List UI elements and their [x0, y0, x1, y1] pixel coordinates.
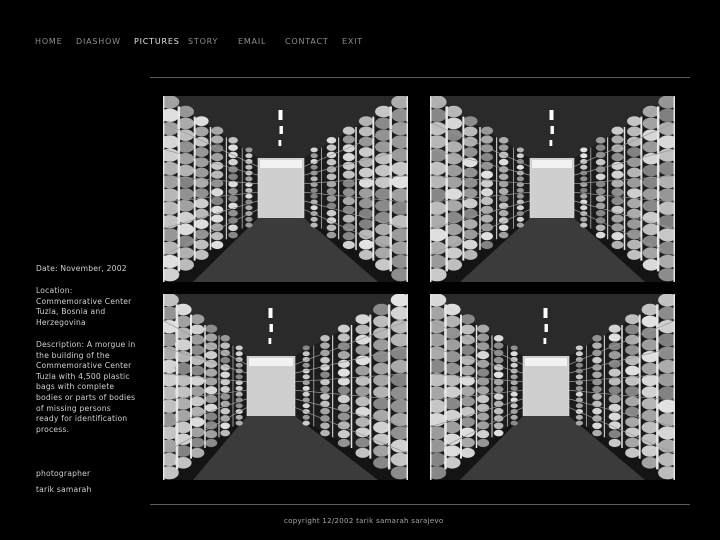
- photo-date: Date: November, 2002: [36, 264, 127, 273]
- photo-location: Location: Commemorative Center Tuzla, Bo…: [36, 286, 136, 328]
- morgue-photo-4[interactable]: [430, 294, 675, 480]
- morgue-photo-3[interactable]: [163, 294, 408, 480]
- bottom-divider: [150, 504, 690, 505]
- copyright-text: copyright 12/2002 tarik samarah sarajevo: [284, 517, 444, 525]
- nav-email-link[interactable]: EMAIL: [238, 37, 266, 46]
- nav-diashow-link[interactable]: DIASHOW: [76, 37, 121, 46]
- main-navigation: HOME DIASHOW PICTURES STORY EMAIL CONTAC…: [0, 37, 720, 49]
- photo-grid: [163, 96, 675, 480]
- top-divider: [150, 77, 690, 78]
- morgue-photo-1[interactable]: [163, 96, 408, 282]
- nav-story-link[interactable]: STORY: [188, 37, 218, 46]
- nav-exit-link[interactable]: EXIT: [342, 37, 363, 46]
- morgue-photo-2[interactable]: [430, 96, 675, 282]
- photographer-name: tarik samarah: [36, 485, 92, 494]
- nav-contact-link[interactable]: CONTACT: [285, 37, 329, 46]
- description-label: Description:: [36, 340, 85, 349]
- photo-description: Description: A morgue in the building of…: [36, 340, 136, 435]
- location-text: Commemorative Center Tuzla, Bosnia and H…: [36, 296, 132, 327]
- nav-home-link[interactable]: HOME: [35, 37, 62, 46]
- nav-pictures-link[interactable]: PICTURES: [134, 37, 180, 46]
- location-label: Location:: [36, 286, 73, 295]
- photographer-label: photographer: [36, 469, 91, 478]
- description-text: A morgue in the building of the Commemor…: [36, 340, 136, 434]
